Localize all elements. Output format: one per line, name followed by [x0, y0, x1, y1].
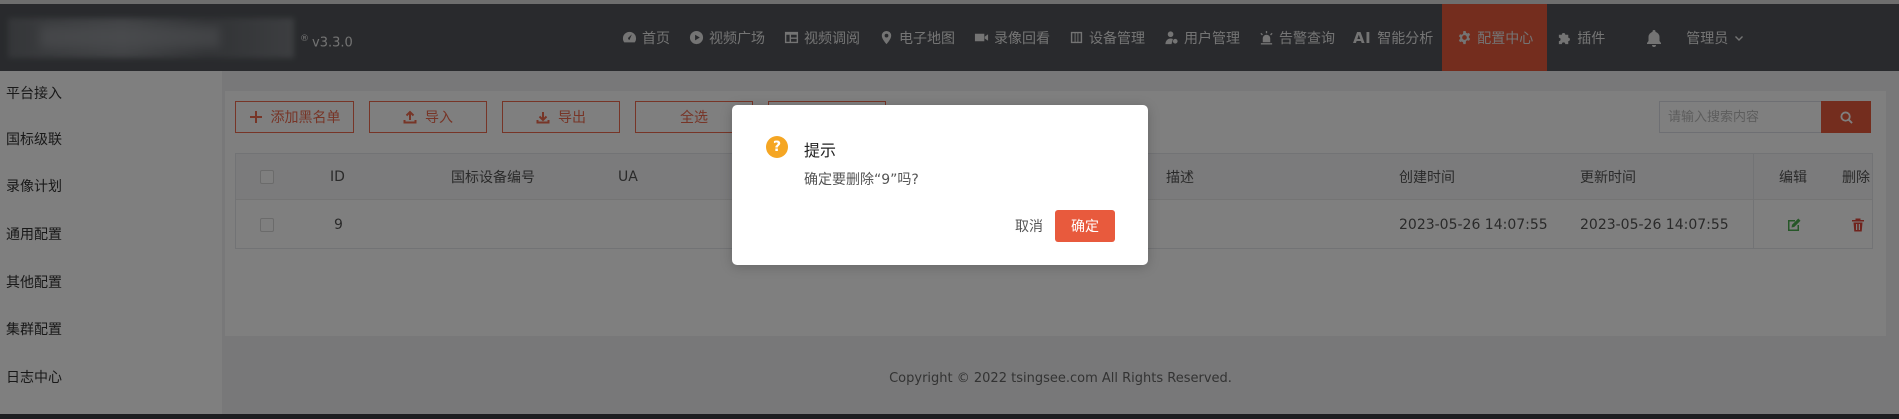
dialog-message: 确定要删除“9”吗?: [804, 172, 919, 188]
dialog-title: 提示: [804, 141, 837, 160]
cancel-button[interactable]: 取消: [996, 210, 1062, 242]
confirm-delete-dialog: ? 提示 确定要删除“9”吗? 取消 确定: [732, 105, 1148, 265]
confirm-button[interactable]: 确定: [1055, 210, 1115, 242]
question-icon: ?: [766, 136, 788, 158]
